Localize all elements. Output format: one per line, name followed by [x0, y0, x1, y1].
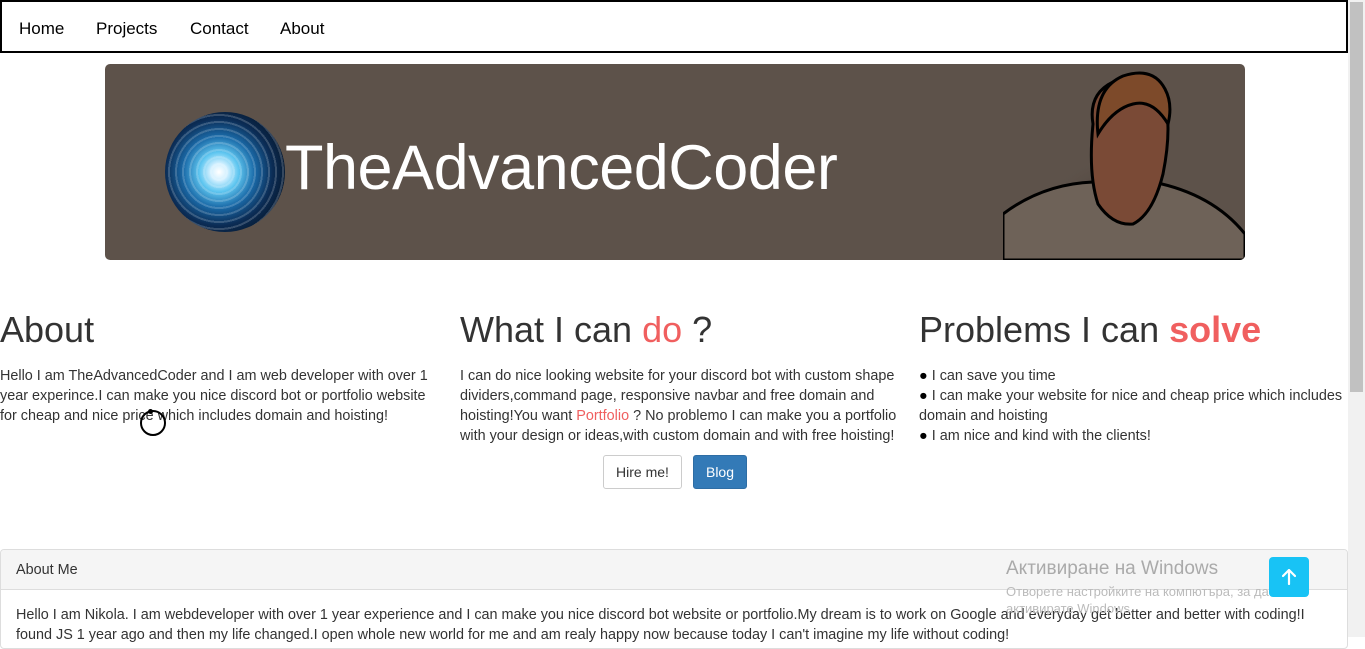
- about-column: About Hello I am TheAdvancedCoder and I …: [0, 308, 430, 426]
- back-to-top-button[interactable]: [1269, 557, 1309, 597]
- what-heading-suffix: ?: [682, 309, 713, 350]
- what-heading-text: What I can: [460, 309, 643, 350]
- arrow-up-icon: [1282, 569, 1296, 585]
- nav-contact-link[interactable]: Contact: [190, 19, 249, 39]
- what-column: What I can do ? I can do nice looking we…: [460, 308, 900, 446]
- hero-banner: TheAdvancedCoder: [105, 64, 1245, 260]
- top-navbar: Home Projects Contact About: [0, 0, 1348, 53]
- what-heading-accent: do: [642, 309, 683, 350]
- hire-me-button[interactable]: Hire me!: [603, 455, 682, 489]
- bullet-icon: ●: [919, 388, 928, 404]
- banner-title: TheAdvancedCoder: [285, 133, 838, 203]
- nav-about-link[interactable]: About: [280, 19, 324, 39]
- scrollbar-thumb[interactable]: [1350, 2, 1363, 392]
- busy-cursor-icon: [140, 410, 166, 436]
- about-text: Hello I am TheAdvancedCoder and I am web…: [0, 368, 428, 424]
- nav-projects-link[interactable]: Projects: [96, 19, 157, 39]
- problem-text: I can save you time: [931, 368, 1056, 384]
- bullet-icon: ●: [919, 368, 928, 384]
- what-text: I can do nice looking website for your d…: [460, 366, 900, 446]
- list-item: ● I am nice and kind with the clients!: [919, 426, 1344, 446]
- problems-heading: Problems I can solve: [919, 308, 1344, 352]
- problems-heading-text: Problems I can: [919, 309, 1170, 350]
- about-heading: About: [0, 309, 95, 350]
- problem-text: I am nice and kind with the clients!: [931, 428, 1151, 444]
- blog-button[interactable]: Blog: [693, 455, 747, 489]
- cursor-pointer-icon: [148, 409, 153, 414]
- portfolio-link[interactable]: Portfolio: [576, 408, 629, 424]
- bullet-icon: ●: [919, 428, 928, 444]
- page-scrollbar[interactable]: [1348, 0, 1365, 637]
- windows-activation-subtitle: Отворете настройките на компютъра, за да…: [1006, 583, 1269, 617]
- nav-home-link[interactable]: Home: [19, 19, 64, 39]
- problems-list: ● I can save you time ● I can make your …: [919, 366, 1344, 446]
- list-item: ● I can save you time: [919, 366, 1344, 386]
- logo-image: [165, 112, 285, 232]
- problems-heading-accent: solve: [1169, 309, 1262, 350]
- what-heading: What I can do ?: [460, 308, 900, 352]
- problems-column: Problems I can solve ● I can save you ti…: [919, 308, 1344, 446]
- windows-activation-title: Активиране на Windows: [1006, 558, 1219, 579]
- list-item: ● I can make your website for nice and c…: [919, 386, 1344, 426]
- windows-activation-line1: Отворете настройките на компютъра, за да: [1006, 584, 1269, 599]
- windows-activation-line2: активирате Windows.: [1006, 601, 1134, 616]
- problem-text: I can make your website for nice and che…: [919, 388, 1343, 424]
- portrait-illustration: [1003, 71, 1245, 260]
